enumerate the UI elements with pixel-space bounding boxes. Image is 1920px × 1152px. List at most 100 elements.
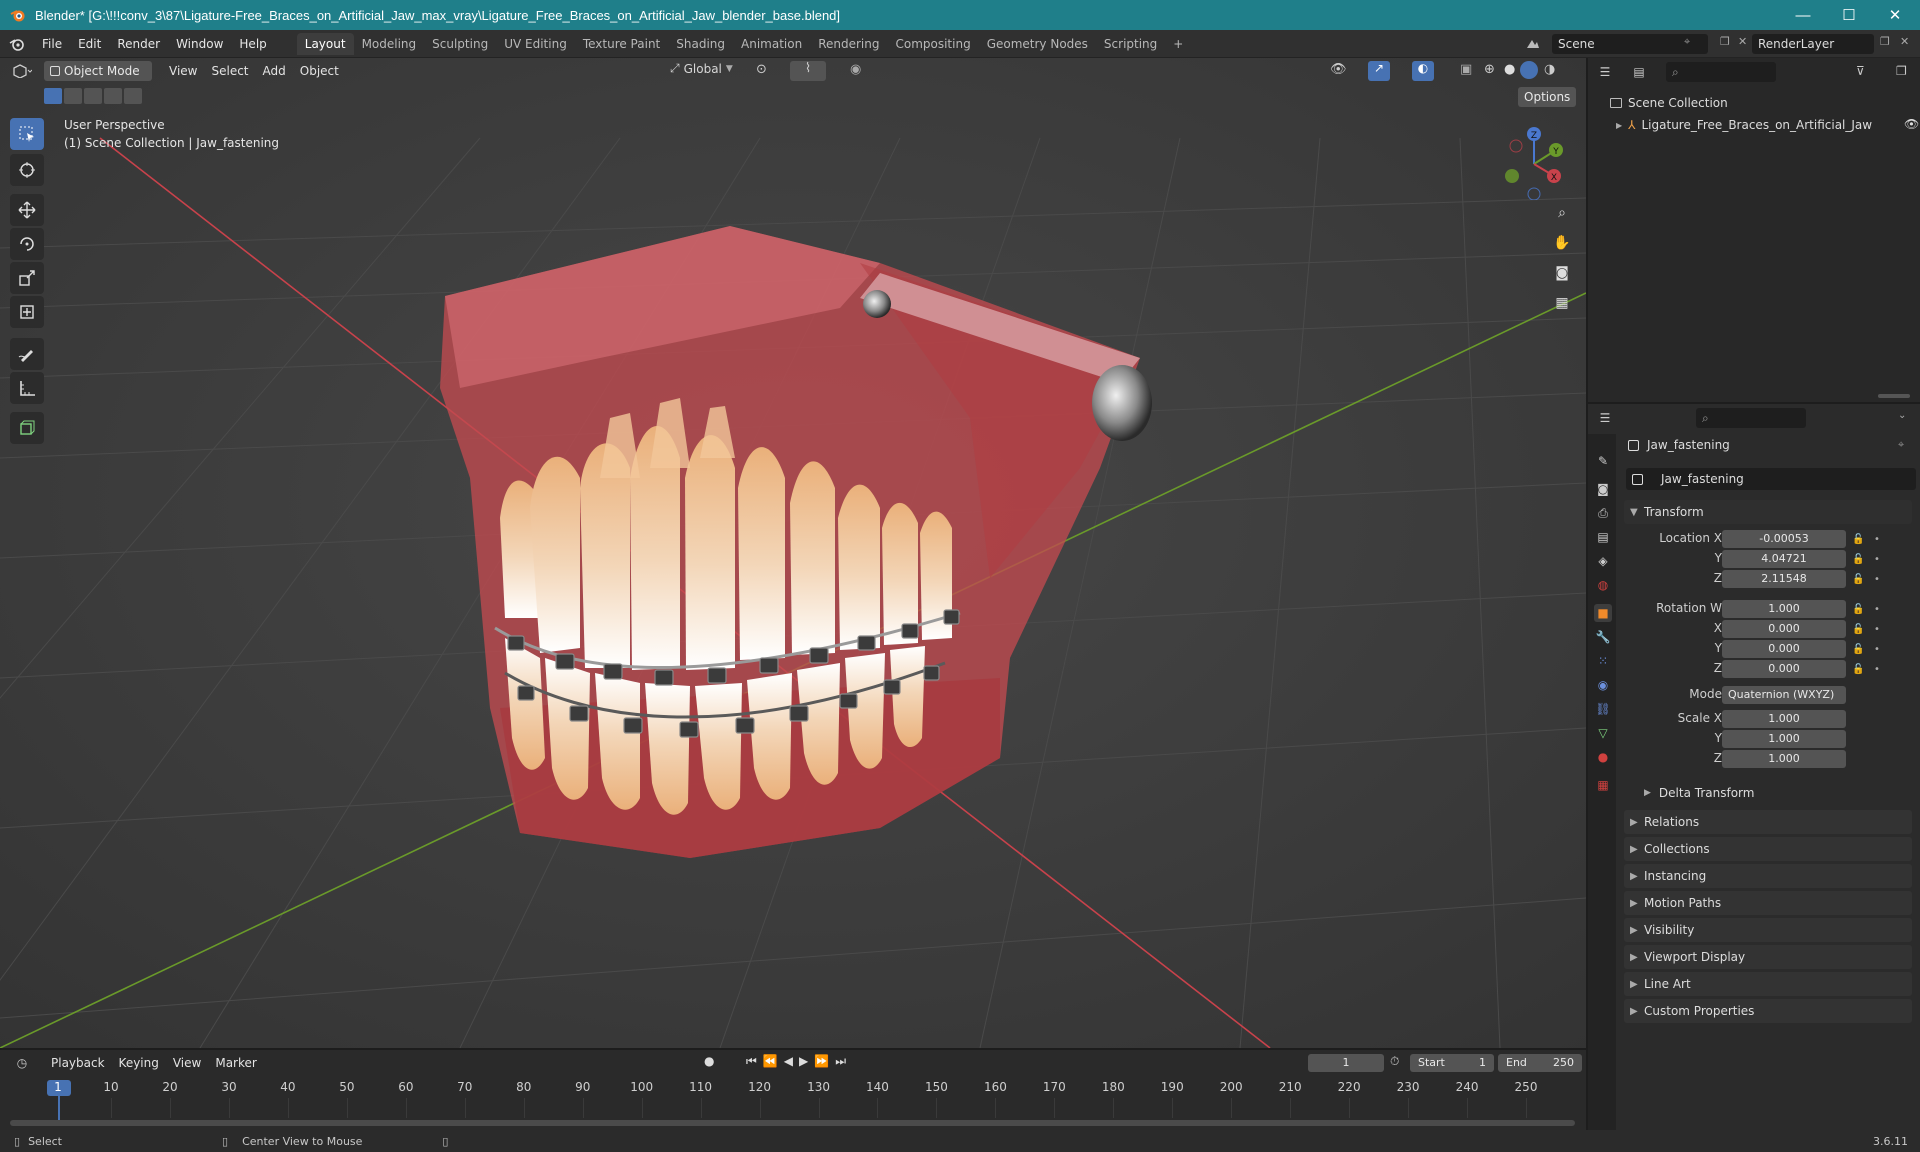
cursor-tool-icon[interactable] (10, 154, 44, 186)
pivot-point-icon[interactable]: ⊙ (756, 62, 767, 77)
outliner-root[interactable]: Scene Collection (1610, 96, 1728, 110)
overlay-toggle-icon[interactable]: ◐ (1412, 61, 1434, 81)
panel-visibility[interactable]: ▶ Visibility (1624, 918, 1912, 942)
expand-arrow-icon[interactable]: ▶ (1616, 121, 1622, 130)
filter-icon[interactable]: ⊽ (1856, 64, 1865, 78)
object-mode-dropdown[interactable]: Object Mode (44, 61, 152, 81)
blender-menu-icon[interactable] (0, 37, 34, 51)
options-dropdown[interactable]: Options (1518, 87, 1577, 107)
annotate-tool-icon[interactable] (10, 338, 44, 370)
scene-icon[interactable] (1526, 34, 1544, 54)
data-tab-icon[interactable]: ▽ (1594, 724, 1612, 742)
add-workspace-button[interactable]: + (1165, 33, 1191, 55)
xray-icon[interactable]: ▣ (1460, 62, 1472, 77)
new-render-layer-icon[interactable]: ❐ (1880, 35, 1890, 48)
menu-file[interactable]: File (34, 30, 70, 58)
panel-line-art[interactable]: ▶ Line Art (1624, 972, 1912, 996)
rotation-w-field[interactable]: 1.000 (1722, 600, 1846, 618)
location-x-field[interactable]: -0.00053 (1722, 530, 1846, 548)
pin-properties-icon[interactable]: ⌖ (1898, 438, 1904, 452)
rotation-x-field[interactable]: 0.000 (1722, 620, 1846, 638)
new-collection-icon[interactable]: ❐ (1896, 64, 1907, 78)
lock-icon[interactable]: 🔓 • (1852, 620, 1912, 640)
select-mode-extend-icon[interactable] (64, 88, 82, 104)
lock-icon[interactable]: 🔓 • (1852, 600, 1912, 620)
snap-icon[interactable]: ⌇ (790, 61, 826, 81)
editor-type-icon[interactable] (0, 64, 44, 78)
select-mode-subtract-icon[interactable] (84, 88, 102, 104)
measure-tool-icon[interactable] (10, 372, 44, 404)
menu-edit[interactable]: Edit (70, 30, 109, 58)
display-mode-icon[interactable]: ▤ (1622, 65, 1656, 79)
constraints-tab-icon[interactable]: ⛓ (1594, 700, 1612, 718)
panel-collections[interactable]: ▶ Collections (1624, 837, 1912, 861)
location-z-field[interactable]: 2.11548 (1722, 570, 1846, 588)
tab-sculpting[interactable]: Sculpting (424, 33, 496, 55)
gizmo-toggle-icon[interactable]: ↗ (1368, 61, 1390, 81)
timeline-ruler[interactable]: 1 10 20 30 40 50 60 70 80 90 100 110 120 130 140 150 160… (0, 1050, 1586, 1130)
pan-hand-icon[interactable]: ✋ (1549, 230, 1575, 256)
scale-y-field[interactable]: 1.000 (1722, 730, 1846, 748)
delta-transform-subpanel[interactable]: ▶ Delta Transform (1640, 782, 1912, 804)
panel-custom-properties[interactable]: ▶ Custom Properties (1624, 999, 1912, 1023)
render-layer-selector[interactable]: RenderLayer (1752, 34, 1874, 54)
lock-icon[interactable]: 🔓 • (1852, 550, 1912, 570)
select-box-tool-icon[interactable] (10, 118, 44, 150)
move-tool-icon[interactable] (10, 194, 44, 226)
pin-icon[interactable]: ⌖ (1684, 35, 1690, 49)
tab-layout[interactable]: Layout (296, 32, 354, 55)
properties-options-icon[interactable]: ⌄ (1898, 410, 1906, 421)
physics-tab-icon[interactable]: ◉ (1594, 676, 1612, 694)
menu-help[interactable]: Help (231, 30, 274, 58)
outliner-editor-icon[interactable]: ☰ (1588, 65, 1622, 79)
tab-animation[interactable]: Animation (733, 33, 810, 55)
tab-geometry-nodes[interactable]: Geometry Nodes (979, 33, 1096, 55)
panel-instancing[interactable]: ▶ Instancing (1624, 864, 1912, 888)
transform-panel-header[interactable]: ▼ Transform (1624, 500, 1912, 524)
zoom-icon[interactable]: ⌕ (1549, 200, 1575, 226)
output-tab-icon[interactable]: ⎙ (1594, 504, 1612, 522)
3d-viewport[interactable]: Object Mode View Select Add Object ⤢ Glo… (0, 58, 1586, 1048)
properties-search-icon[interactable]: ⌕ (1696, 408, 1806, 428)
viewport-menu-select[interactable]: Select (204, 64, 255, 78)
modifier-tab-icon[interactable]: 🔧 (1594, 628, 1612, 646)
transform-orientation-dropdown[interactable]: ⤢ Global ▼ (670, 61, 733, 76)
scale-z-field[interactable]: 1.000 (1722, 750, 1846, 768)
lock-icon[interactable]: 🔓 • (1852, 570, 1912, 590)
material-shading-icon[interactable] (1520, 61, 1538, 79)
lock-icon[interactable]: 🔓 • (1852, 660, 1912, 680)
tab-compositing[interactable]: Compositing (887, 33, 978, 55)
tab-shading[interactable]: Shading (668, 33, 733, 55)
transform-tool-icon[interactable] (10, 296, 44, 328)
tab-modeling[interactable]: Modeling (354, 33, 425, 55)
close-button[interactable]: ✕ (1872, 0, 1918, 30)
minimize-button[interactable]: — (1780, 0, 1826, 30)
outliner-item[interactable]: ▶ ⅄ Ligature_Free_Braces_on_Artificial_J… (1616, 115, 1919, 135)
outliner-search-icon[interactable]: ⌕ (1666, 62, 1776, 82)
world-tab-icon[interactable]: ◍ (1594, 576, 1612, 594)
rotation-y-field[interactable]: 0.000 (1722, 640, 1846, 658)
texture-tab-icon[interactable]: ▦ (1594, 776, 1612, 794)
view-layer-tab-icon[interactable]: ▤ (1594, 528, 1612, 546)
timeline-scrollbar[interactable] (10, 1120, 1575, 1126)
properties-editor-icon[interactable]: ☰ (1588, 411, 1622, 425)
rendered-shading-icon[interactable]: ◑ (1544, 62, 1555, 77)
outliner-scrollbar[interactable] (1878, 394, 1910, 398)
tab-rendering[interactable]: Rendering (810, 33, 887, 55)
tab-texture-paint[interactable]: Texture Paint (575, 33, 668, 55)
tab-uv-editing[interactable]: UV Editing (496, 33, 575, 55)
scale-tool-icon[interactable] (10, 262, 44, 294)
panel-relations[interactable]: ▶ Relations (1624, 810, 1912, 834)
render-tab-icon[interactable]: ◙ (1594, 480, 1612, 498)
panel-viewport-display[interactable]: ▶ Viewport Display (1624, 945, 1912, 969)
rotation-z-field[interactable]: 0.000 (1722, 660, 1846, 678)
viewport-menu-add[interactable]: Add (256, 64, 293, 78)
particles-tab-icon[interactable]: ⁙ (1594, 652, 1612, 670)
menu-window[interactable]: Window (168, 30, 231, 58)
object-tab-icon[interactable]: ■ (1594, 604, 1612, 622)
select-mode-new-icon[interactable] (44, 88, 62, 104)
location-y-field[interactable]: 4.04721 (1722, 550, 1846, 568)
wireframe-shading-icon[interactable]: ⊕ (1484, 62, 1495, 77)
select-mode-invert-icon[interactable] (104, 88, 122, 104)
add-cube-tool-icon[interactable] (10, 412, 44, 444)
